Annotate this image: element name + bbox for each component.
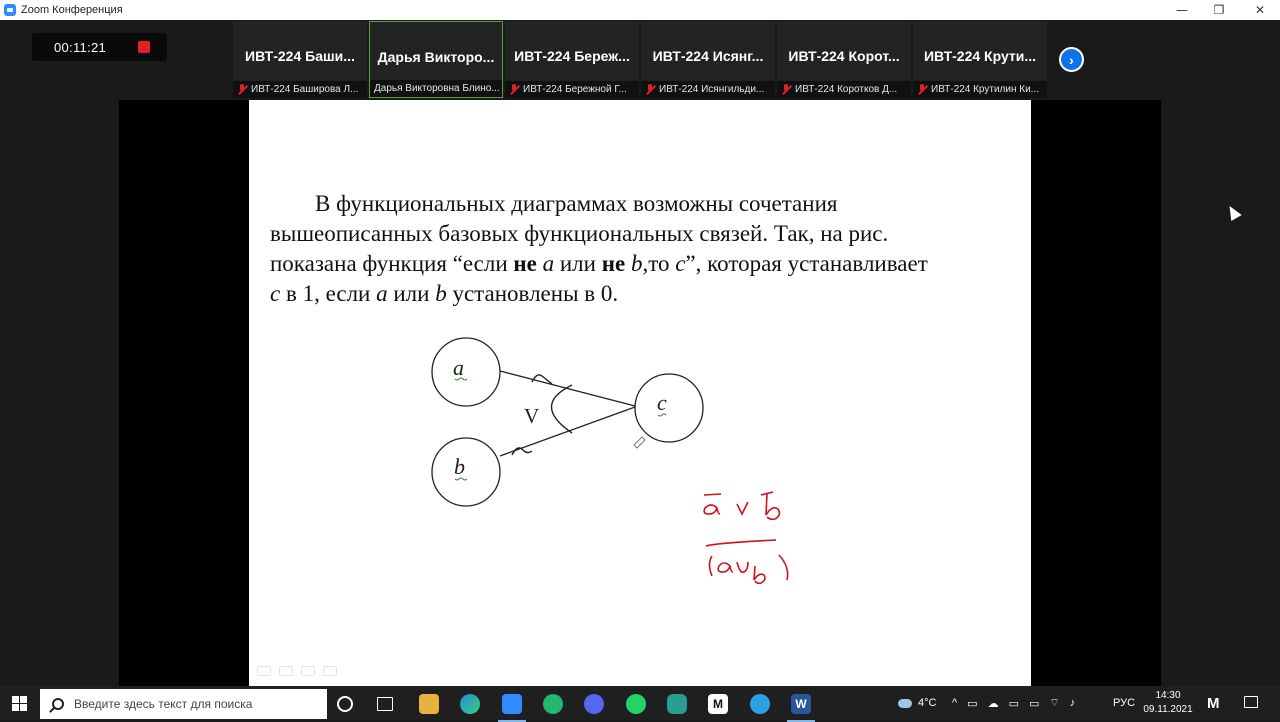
edge-browser-icon[interactable] (460, 694, 480, 714)
participant-tile[interactable]: ИВТ-224 Береж... ИВТ-224 Бережной Г... (505, 21, 639, 98)
or-symbol: V (524, 404, 539, 428)
window-title: Zoom Конференция (21, 4, 123, 16)
participant-name: ИВТ-224 Исянг... (652, 48, 764, 64)
whatsapp-icon[interactable] (626, 694, 646, 714)
mouse-cursor-icon (1224, 202, 1242, 222)
prev-slide-icon[interactable] (257, 666, 271, 676)
telegram-icon[interactable] (750, 694, 770, 714)
participant-tile-speaking[interactable]: Дарья Викторо... Дарья Викторовна Блино.… (369, 21, 503, 98)
messenger-icon[interactable] (543, 694, 563, 714)
taskbar-clock[interactable]: 14:30 09.11.2021 (1138, 689, 1198, 717)
next-slide-icon[interactable] (323, 666, 337, 676)
recording-icon[interactable] (138, 41, 150, 53)
task-view-icon[interactable] (377, 697, 393, 711)
node-c-label: c (657, 390, 667, 415)
discord-icon[interactable] (584, 694, 604, 714)
search-placeholder: Введите здесь текст для поиска (74, 697, 253, 711)
pen-icon (633, 436, 646, 449)
network-icon[interactable]: ▭ (967, 697, 977, 710)
elapsed-time: 00:11:21 (54, 39, 107, 55)
wifi-icon[interactable]: ⌔ (1049, 696, 1059, 710)
mic-muted-icon (237, 84, 247, 95)
participant-tile[interactable]: ИВТ-224 Корот... ИВТ-224 Коротков Д... (777, 21, 911, 98)
negation-mark-b (511, 447, 533, 456)
node-b-label: b (454, 454, 465, 479)
node-a (431, 337, 501, 407)
miro-tray-icon[interactable]: M (1207, 686, 1220, 720)
shared-screen: В функциональных диаграммах возможны соч… (119, 100, 1161, 686)
participant-label: Дарья Викторовна Блино... (370, 80, 502, 97)
maximize-button[interactable]: ❐ (1199, 0, 1239, 20)
display-icon[interactable]: ▭ (1029, 697, 1039, 710)
search-icon (52, 698, 64, 710)
start-button[interactable] (12, 696, 27, 711)
participant-label: ИВТ-224 Исянгильди... (641, 81, 775, 98)
cortana-icon[interactable] (337, 696, 353, 712)
mic-muted-icon (509, 84, 519, 95)
file-explorer-icon[interactable] (419, 694, 439, 714)
notifications-icon[interactable] (1244, 696, 1258, 708)
node-a-label: a (453, 355, 464, 380)
language-indicator[interactable]: РУС (1113, 686, 1135, 720)
participant-name: ИВТ-224 Крути... (923, 48, 1037, 64)
clock-date: 09.11.2021 (1143, 704, 1193, 715)
weather-widget[interactable]: 4°C (898, 686, 936, 720)
volume-icon[interactable]: ♪ (1070, 697, 1076, 709)
handwritten-annotation (703, 491, 789, 585)
clock-time: 14:30 (1155, 690, 1181, 701)
taskbar-search[interactable]: Введите здесь текст для поиска (40, 689, 327, 719)
mic-muted-icon (781, 84, 791, 95)
zoom-app-icon (4, 4, 16, 16)
pen-tool-icon[interactable] (279, 666, 293, 676)
chevron-up-icon[interactable]: ^ (952, 697, 957, 709)
participant-label: ИВТ-224 Баширова Л... (233, 81, 367, 98)
weather-temp: 4°C (918, 697, 937, 709)
participant-tile[interactable]: ИВТ-224 Исянг... ИВТ-224 Исянгильди... (641, 21, 775, 98)
vpn-shield-icon[interactable] (667, 694, 687, 714)
minimize-button[interactable]: — (1162, 0, 1202, 20)
participant-label: ИВТ-224 Бережной Г... (505, 81, 639, 98)
word-icon[interactable]: W (787, 694, 815, 722)
node-b (431, 437, 501, 507)
participant-tile[interactable]: ИВТ-224 Крути... ИВТ-224 Крутилин Ки... (913, 21, 1047, 98)
participant-label: ИВТ-224 Коротков Д... (777, 81, 911, 98)
participant-name: Дарья Викторо... (377, 49, 495, 65)
slides-menu-icon[interactable] (301, 666, 315, 676)
cloud-icon (898, 698, 912, 708)
participant-name: ИВТ-224 Корот... (788, 48, 900, 64)
windows-taskbar: Введите здесь текст для поиска M W 4°C ^… (0, 686, 1280, 722)
zoom-taskbar-icon[interactable] (498, 694, 526, 722)
folder-icon[interactable]: ▭ (1009, 697, 1019, 710)
meeting-stage: 00:11:21 ИВТ-224 Баши... ИВТ-224 Баширов… (0, 20, 1280, 686)
participant-name: ИВТ-224 Баши... (245, 48, 355, 64)
system-tray-icons: ^ ▭ ☁ ▭ ▭ ⌔ ♪ (952, 686, 1075, 720)
or-arc (551, 384, 573, 434)
participant-label: ИВТ-224 Крутилин Ки... (913, 81, 1047, 98)
mic-muted-icon (917, 84, 927, 95)
slide-toolbar (257, 666, 337, 676)
onedrive-icon[interactable]: ☁ (988, 697, 999, 710)
meeting-timer: 00:11:21 (32, 33, 167, 61)
window-titlebar: Zoom Конференция — ❐ ✕ (0, 0, 1280, 20)
mic-muted-icon (645, 84, 655, 95)
next-participants-button[interactable]: › (1059, 47, 1084, 72)
presentation-slide: В функциональных диаграммах возможны соч… (249, 100, 1031, 686)
miro-icon[interactable]: M (708, 694, 728, 714)
participant-tile[interactable]: ИВТ-224 Баши... ИВТ-224 Баширова Л... (233, 21, 367, 98)
edge-a-c (499, 370, 636, 407)
participant-name: ИВТ-224 Береж... (514, 48, 630, 64)
node-c (634, 373, 704, 443)
function-diagram: V a b c (431, 337, 789, 585)
close-button[interactable]: ✕ (1240, 0, 1280, 20)
